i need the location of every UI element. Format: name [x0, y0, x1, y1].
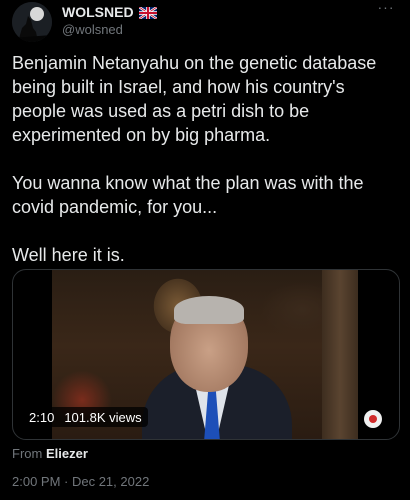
video-stats-badge: 2:10 101.8K views: [23, 407, 148, 427]
person-hair: [174, 296, 244, 324]
author-handle[interactable]: @wolsned: [62, 22, 123, 37]
author-name[interactable]: WOLSNED: [62, 4, 158, 20]
video-player[interactable]: 2:10 101.8K views: [12, 269, 400, 440]
more-options-icon[interactable]: ···: [374, 0, 398, 18]
tweet-header: WOLSNED @wolsned ···: [12, 0, 398, 44]
avatar[interactable]: [12, 2, 52, 42]
tweet-text: Benjamin Netanyahu on the genetic databa…: [12, 53, 377, 265]
author-display-name[interactable]: WOLSNED: [62, 4, 134, 20]
channel-logo-icon: [364, 410, 382, 428]
video-duration: 2:10: [29, 409, 55, 425]
video-source: From Eliezer: [12, 446, 88, 461]
source-prefix: From: [12, 446, 43, 461]
video-views: 101.8K views: [64, 409, 142, 425]
source-name[interactable]: Eliezer: [46, 446, 88, 461]
tweet-timestamp[interactable]: 2:00 PM · Dec 21, 2022: [12, 474, 149, 489]
uk-flag-icon: [137, 6, 158, 20]
scene-pillar: [322, 270, 358, 439]
